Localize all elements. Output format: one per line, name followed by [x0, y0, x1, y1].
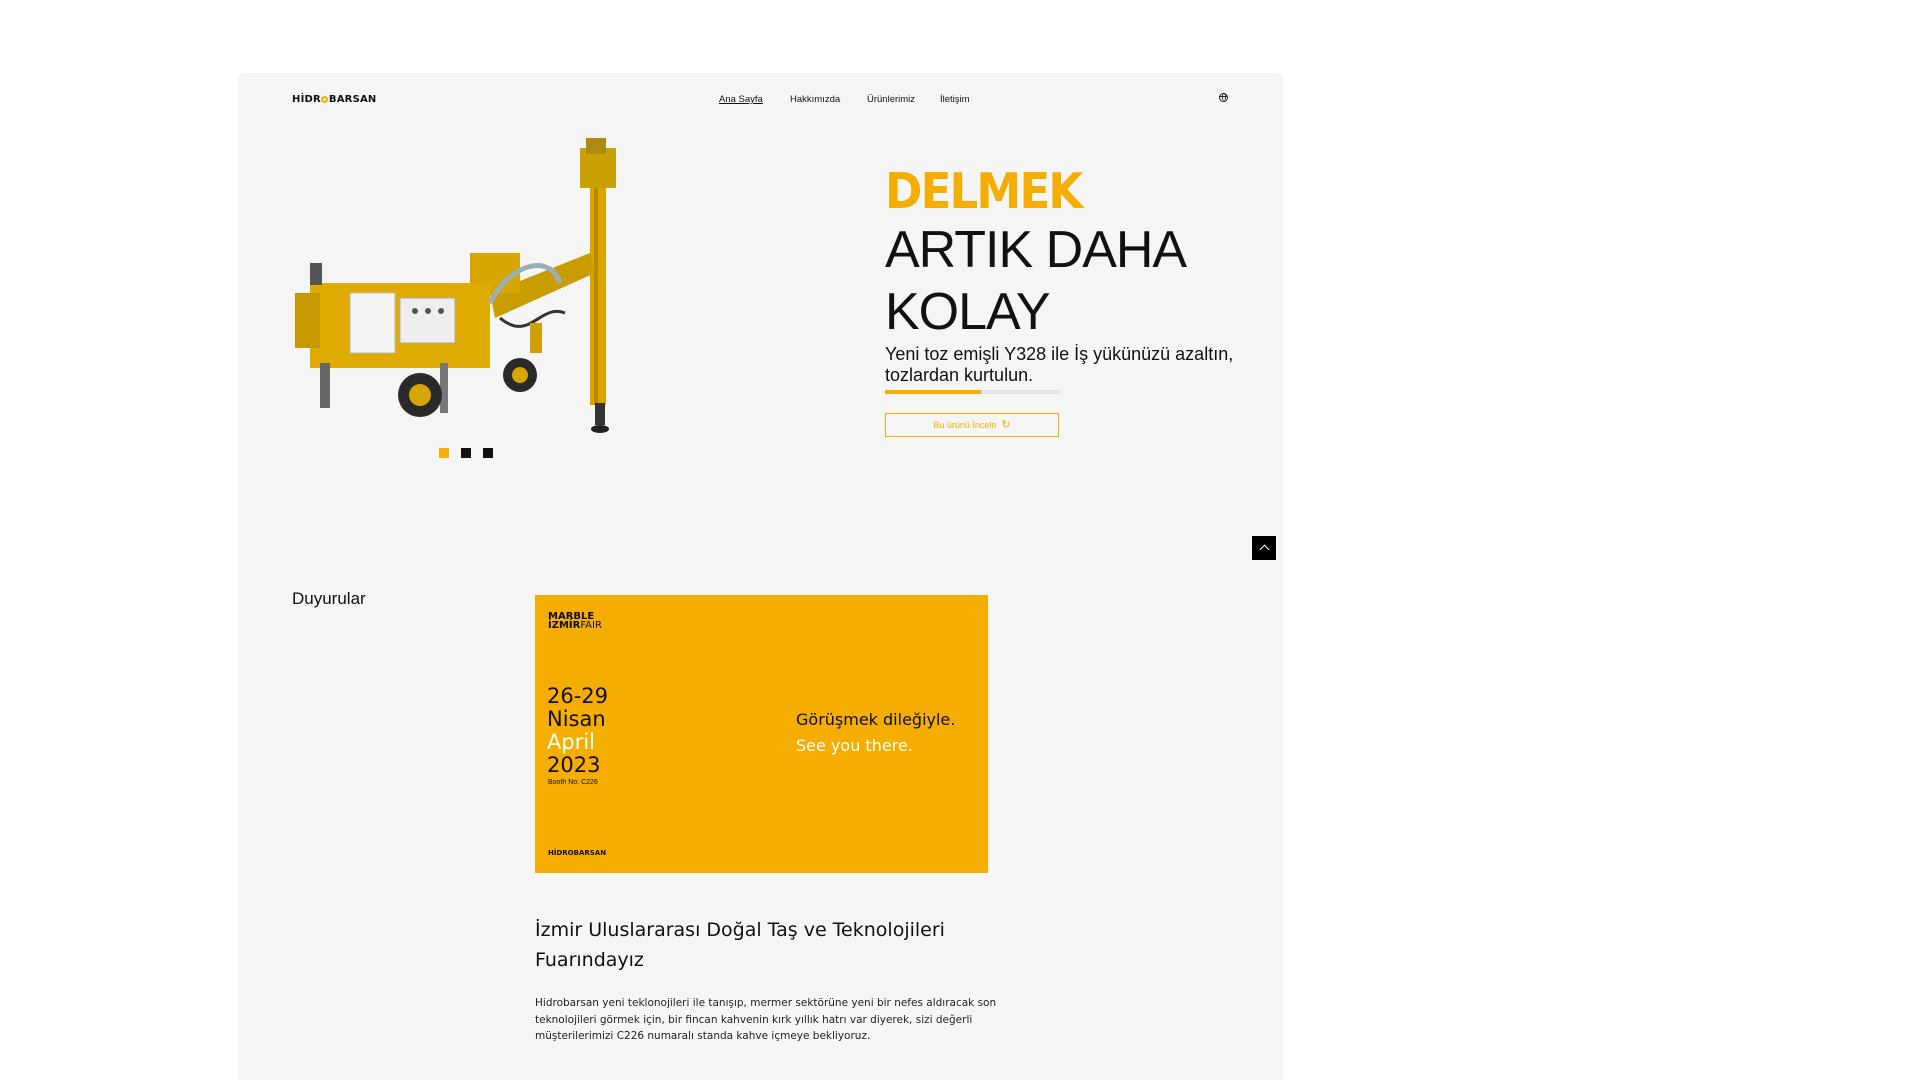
slider-dot-3[interactable] — [483, 448, 493, 458]
fair-logo-line2-thin: FAIR — [580, 620, 602, 631]
slider-dot-2[interactable] — [461, 448, 471, 458]
announcement-title[interactable]: İzmir Uluslararası Doğal Taş ve Teknoloj… — [535, 915, 995, 975]
scroll-top-button[interactable] — [1252, 536, 1276, 560]
fair-logo: MARBLE İZMİRFAIR — [548, 612, 602, 631]
view-product-button[interactable]: Bu ürünü İncele ↻ — [885, 413, 1059, 437]
hero-progress-bar — [885, 390, 1060, 394]
greeting-tr: Görüşmek dileğiyle. — [796, 710, 956, 729]
view-product-label: Bu ürünü İncele — [933, 420, 997, 430]
nav-products[interactable]: Ürünlerimiz — [867, 94, 915, 105]
banner-brand: HİDROBARSAN — [548, 849, 607, 857]
nav-about[interactable]: Hakkımızda — [790, 94, 840, 105]
nav-contact[interactable]: İletişim — [940, 94, 970, 105]
hero-subtitle: Yeni toz emişli Y328 ile İş yükünüzü aza… — [885, 344, 1234, 385]
fair-date-range: 26-29 — [547, 684, 609, 708]
logo[interactable]: HİDR BARSAN — [292, 94, 376, 105]
fair-logo-line2-bold: İZMİR — [548, 620, 581, 631]
globe-icon[interactable] — [1219, 93, 1228, 102]
fair-month-en: April — [547, 730, 595, 754]
announcements-title: Duyurular — [292, 589, 366, 608]
slider-dot-1[interactable] — [439, 448, 449, 458]
announcement-body: Hidrobarsan yeni teklonojileri ile tanış… — [535, 997, 997, 1042]
fair-month-tr: Nisan — [547, 707, 606, 731]
drilling-machine-image — [295, 138, 616, 433]
logo-mark — [321, 96, 329, 103]
announcement-banner[interactable]: MARBLE İZMİRFAIR 26-29 Nisan April 2023 … — [535, 595, 988, 873]
slider-dots — [439, 448, 493, 458]
chevron-up-icon — [1259, 544, 1269, 555]
hero-headline-line2: ARTIK DAHA — [885, 221, 1187, 279]
hero-headline-line3: KOLAY — [885, 283, 1051, 341]
page-container: HİDR BARSAN Ana Sayfa Hakkımızda Ürünleri… — [238, 73, 1283, 1080]
greeting-en: See you there. — [796, 736, 913, 755]
fair-year: 2023 — [547, 753, 601, 777]
fair-dates: 26-29 Nisan April 2023 — [547, 685, 608, 777]
refresh-icon: ↻ — [1001, 418, 1011, 431]
nav-home[interactable]: Ana Sayfa — [719, 94, 763, 105]
hero-headline-accent: DELMEK — [885, 163, 1083, 220]
fair-booth: Booth No: C226 — [548, 779, 598, 786]
logo-text: HİDR BARSAN — [292, 94, 377, 105]
hero-progress-fill — [885, 390, 982, 394]
